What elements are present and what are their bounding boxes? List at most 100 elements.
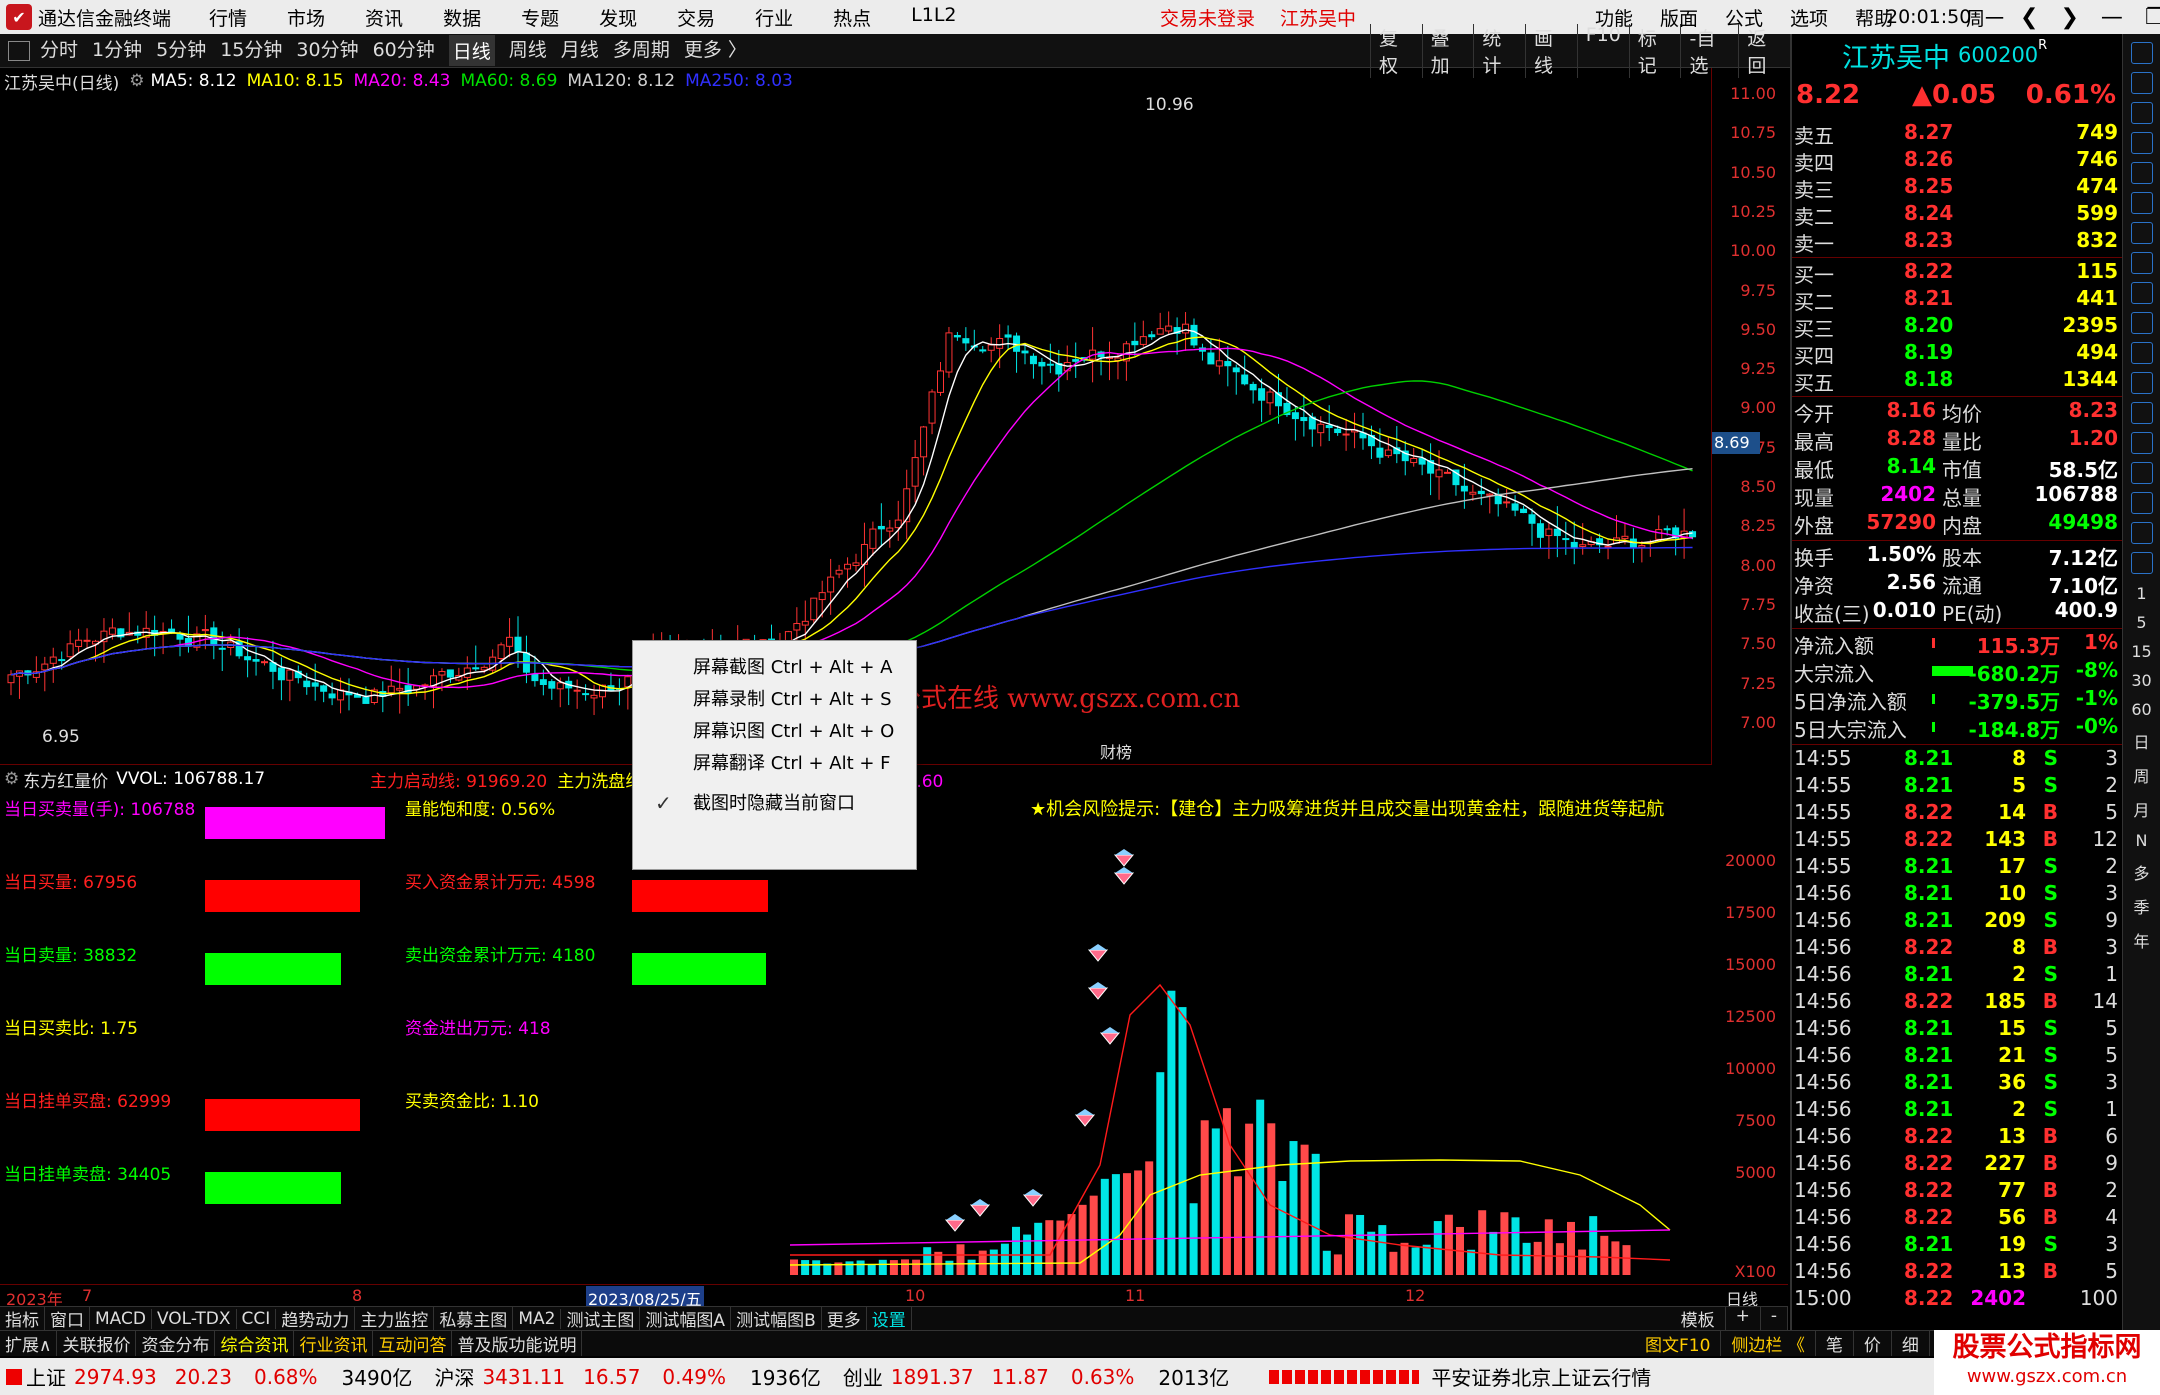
list-icon[interactable] (2130, 132, 2153, 154)
side-period-8[interactable]: N (2123, 831, 2160, 850)
period-tab-1[interactable]: 1分钟 (92, 35, 142, 66)
menu-item-5[interactable]: 发现 (599, 4, 637, 31)
menu-item-6[interactable]: 交易 (677, 4, 715, 31)
ext-tab-3[interactable]: 综合资讯 (215, 1331, 295, 1356)
period-tab-5[interactable]: 60分钟 (373, 35, 435, 66)
side-period-4[interactable]: 60 (2123, 700, 2160, 719)
ext-tab-5[interactable]: 互动问答 (373, 1331, 453, 1356)
side-period-10[interactable]: 季 (2123, 894, 2160, 918)
indicator-tab-4[interactable]: CCI (237, 1308, 277, 1329)
login-status[interactable]: 交易未登录 (1160, 4, 1255, 31)
side-period-5[interactable]: 日 (2123, 729, 2160, 753)
indicator-tab-2[interactable]: MACD (90, 1308, 152, 1329)
circle-icon[interactable] (2130, 372, 2153, 394)
panel-toggle-icon[interactable] (8, 40, 30, 61)
square-icon[interactable] (2130, 552, 2153, 574)
ext-tab-4[interactable]: 行业资讯 (294, 1331, 374, 1356)
period-tab-6[interactable]: 日线 (448, 35, 495, 66)
period-tab-10[interactable]: 更多 〉 (684, 35, 747, 66)
sub-settings-icon[interactable]: ⚙ (4, 769, 19, 789)
hs-index-name[interactable]: 沪深 (434, 1362, 474, 1391)
minimize-icon[interactable]: — (2101, 5, 2123, 30)
pen-icon[interactable] (2130, 492, 2153, 514)
side-period-0[interactable]: 1 (2123, 584, 2160, 603)
ext-tab-6[interactable]: 普及版功能说明 (452, 1331, 583, 1356)
restore-icon[interactable]: ❐ (2145, 5, 2160, 30)
menu-item-2[interactable]: 资讯 (365, 4, 403, 31)
side-period-2[interactable]: 15 (2123, 642, 2160, 661)
indicator-tab-3[interactable]: VOL-TDX (152, 1308, 237, 1329)
indicator-tab-8[interactable]: MA2 (513, 1308, 562, 1329)
tabs2-right-1[interactable]: 侧边栏 《 (1721, 1331, 1816, 1356)
chart-icon[interactable] (2130, 102, 2153, 124)
side-period-1[interactable]: 5 (2123, 613, 2160, 632)
indicator-tab-10[interactable]: 测试幅图A (640, 1306, 732, 1331)
layers-icon[interactable] (2130, 312, 2153, 334)
ctx-menu-item-1[interactable]: 屏幕录制 Ctrl + Alt + S (693, 685, 892, 715)
menu-item-1[interactable]: 市场 (287, 4, 325, 31)
ctx-menu-item-0[interactable]: 屏幕截图 Ctrl + Alt + A (693, 653, 893, 683)
back-icon[interactable]: ❮ (2020, 5, 2038, 30)
fz-icon[interactable] (2130, 342, 2153, 364)
ctx-menu-item-2[interactable]: 屏幕识图 Ctrl + Alt + O (693, 717, 894, 747)
indicator-tab-7[interactable]: 私募主图 (434, 1306, 514, 1331)
indicator-tab-9[interactable]: 测试主图 (561, 1306, 641, 1331)
server-name[interactable]: 平安证券北京上证云行情 (1431, 1362, 1651, 1391)
ext-tab-0[interactable]: 扩展∧ (0, 1331, 58, 1356)
period-tab-8[interactable]: 月线 (561, 35, 599, 66)
tabs2-right-4[interactable]: 细 (1892, 1331, 1930, 1356)
tabs1-right-2[interactable]: - (1761, 1306, 1788, 1331)
period-tab-2[interactable]: 5分钟 (156, 35, 206, 66)
arrow-up-icon[interactable] (2130, 42, 2153, 64)
indicator-tab-6[interactable]: 主力监控 (355, 1306, 435, 1331)
doc-icon[interactable] (2130, 282, 2153, 304)
menu-item-0[interactable]: 行情 (209, 4, 247, 31)
side-period-7[interactable]: 月 (2123, 797, 2160, 821)
fs-icon[interactable] (2130, 522, 2153, 544)
tick-price: 8.21 (1904, 1016, 1954, 1040)
tabs2-right-3[interactable]: 价 (1854, 1331, 1892, 1356)
move-icon[interactable] (2130, 462, 2153, 484)
tabs1-right-1[interactable]: + (1726, 1306, 1761, 1331)
forward-icon[interactable]: ❯ (2060, 5, 2078, 30)
kline-icon[interactable] (2130, 192, 2153, 214)
side-period-11[interactable]: 年 (2123, 928, 2160, 952)
period-tab-4[interactable]: 30分钟 (296, 35, 358, 66)
table-icon[interactable] (2130, 222, 2153, 244)
right-menu-item-3[interactable]: 选项 (1790, 4, 1828, 31)
menu-item-4[interactable]: 专题 (521, 4, 559, 31)
period-tab-7[interactable]: 周线 (509, 35, 547, 66)
menu-item-8[interactable]: 热点 (833, 4, 871, 31)
ext-tab-1[interactable]: 关联报价 (57, 1331, 137, 1356)
tabs2-right-2[interactable]: 笔 (1816, 1331, 1854, 1356)
ctx-menu-item-4[interactable]: 截图时隐藏当前窗口 (693, 789, 855, 819)
indicator-tab-1[interactable]: 窗口 (45, 1306, 90, 1331)
cy-index-name[interactable]: 创业 (843, 1362, 883, 1391)
menu-item-3[interactable]: 数据 (443, 4, 481, 31)
side-period-3[interactable]: 30 (2123, 671, 2160, 690)
side-period-9[interactable]: 多 (2123, 860, 2160, 884)
indicator-tab-13[interactable]: 设置 (867, 1306, 912, 1331)
indicator-tab-5[interactable]: 趋势动力 (276, 1306, 356, 1331)
rsi-icon[interactable] (2130, 432, 2153, 454)
indicator-tab-0[interactable]: 指标 (0, 1306, 45, 1331)
period-tab-3[interactable]: 15分钟 (220, 35, 282, 66)
arrow-up-icon[interactable] (2130, 72, 2153, 94)
trend-icon[interactable] (2130, 162, 2153, 184)
menu-item-9[interactable]: L1L2 (911, 4, 956, 31)
stat-left-2: 当日卖量: 38832 (4, 946, 138, 966)
period-tab-0[interactable]: 分时 (40, 35, 78, 66)
indicator-tab-11[interactable]: 测试幅图B (731, 1306, 822, 1331)
menu-item-7[interactable]: 行业 (755, 4, 793, 31)
date-axis: 2023年 7 8 2023/08/25/五 10 11 12 日线 (0, 1284, 1788, 1310)
monitor-icon[interactable] (2130, 402, 2153, 424)
side-period-6[interactable]: 周 (2123, 763, 2160, 787)
f10-icon[interactable] (2130, 252, 2153, 274)
tabs1-right-0[interactable]: 模板 (1671, 1306, 1726, 1331)
period-tab-9[interactable]: 多周期 (613, 35, 670, 66)
sh-index-name[interactable]: 上证 (26, 1362, 66, 1391)
tabs2-right-0[interactable]: 图文F10 (1635, 1331, 1722, 1356)
ext-tab-2[interactable]: 资金分布 (136, 1331, 216, 1356)
indicator-tab-12[interactable]: 更多 (822, 1306, 867, 1331)
ctx-menu-item-3[interactable]: 屏幕翻译 Ctrl + Alt + F (693, 749, 891, 779)
